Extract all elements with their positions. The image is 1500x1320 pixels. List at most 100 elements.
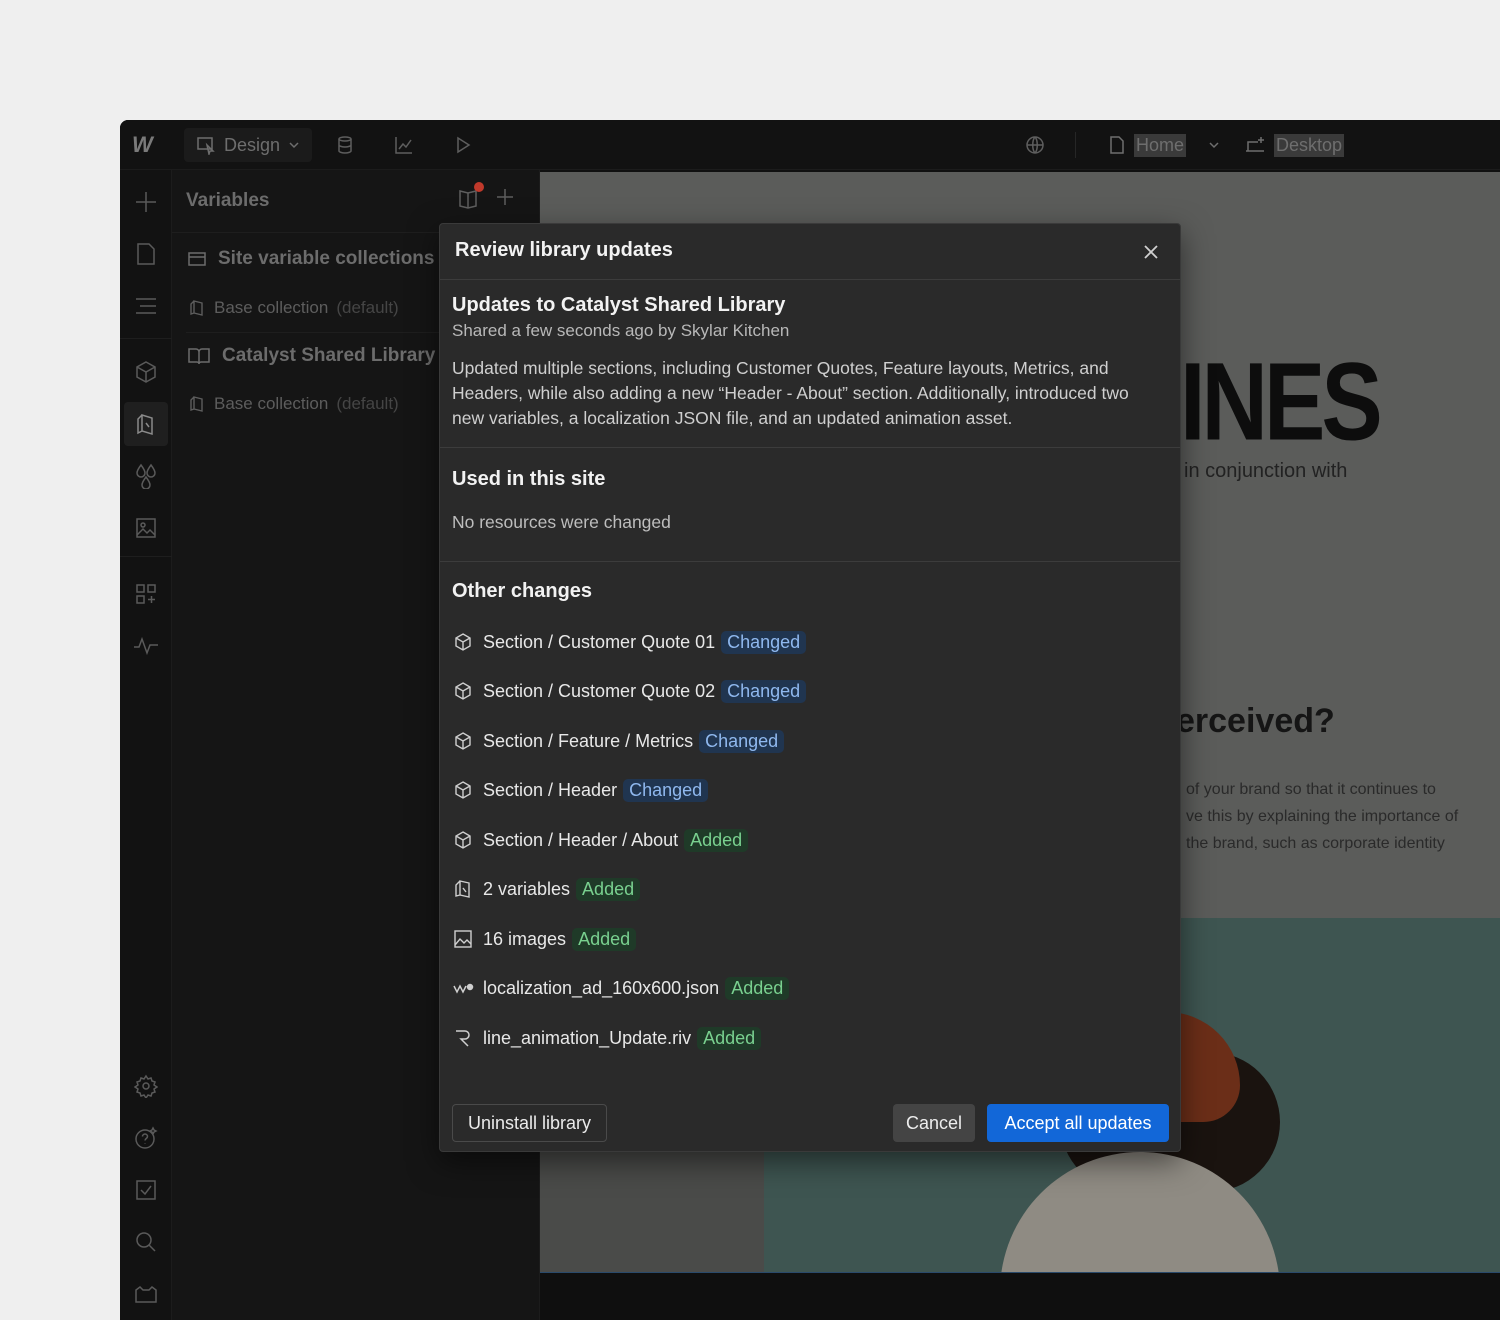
analytics-icon[interactable] — [391, 132, 417, 158]
section-note: No resources were changed — [452, 512, 671, 532]
collection-folder-icon — [188, 252, 206, 266]
webflow-logo-icon[interactable]: W — [132, 132, 162, 158]
close-icon[interactable] — [1140, 241, 1162, 263]
section-title: Used in this site — [452, 468, 606, 490]
chevron-down-icon — [289, 142, 299, 149]
pages-icon[interactable] — [132, 240, 160, 268]
globe-icon[interactable] — [1022, 132, 1048, 158]
audit-checkbox-icon[interactable] — [132, 1176, 160, 1204]
change-item[interactable]: Section / Feature / Metrics Changed — [452, 727, 785, 755]
group-label: Site variable collections — [218, 248, 435, 269]
component-icon — [452, 631, 474, 653]
status-badge: Added — [725, 976, 790, 1000]
change-item[interactable]: localization_ad_160x600.json Added — [452, 974, 790, 1002]
change-label: 2 variables — [483, 878, 571, 899]
shared-by-text: Shared a few seconds ago by Skylar Kitch… — [452, 321, 790, 340]
uninstall-library-button[interactable]: Uninstall library — [452, 1104, 607, 1142]
change-item[interactable]: Section / Customer Quote 01 Changed — [452, 628, 807, 656]
change-label: Section / Customer Quote 02 — [483, 680, 716, 701]
rive-icon — [452, 1027, 474, 1049]
collection-item-base[interactable]: Base collection (default) — [188, 394, 399, 414]
status-badge: Changed — [721, 630, 807, 654]
status-badge: Changed — [721, 679, 807, 703]
breakpoint-name: Desktop — [1274, 133, 1345, 157]
status-badge: Added — [697, 1026, 762, 1050]
collection-name: Base collection — [214, 394, 329, 413]
activity-icon[interactable] — [132, 632, 160, 660]
status-badge: Changed — [623, 778, 709, 802]
component-icon — [452, 779, 474, 801]
used-in-site-section: Used in this site No resources were chan… — [440, 448, 1180, 562]
dialog-header: Review library updates — [440, 224, 1180, 280]
panel-title: Variables — [186, 190, 270, 211]
variables-icon — [452, 878, 474, 900]
section-title: Other changes — [452, 580, 593, 602]
rail-divider — [120, 338, 172, 339]
breakpoint-selector[interactable]: Desktop — [1244, 132, 1345, 158]
video-tutorials-icon[interactable] — [132, 1280, 160, 1308]
change-item[interactable]: 2 variables Added — [452, 875, 641, 903]
change-item[interactable]: Section / Header Changed — [452, 776, 709, 804]
canvas-paragraph-line: the brand, such as corporate identity — [1186, 835, 1445, 852]
search-icon[interactable] — [132, 1228, 160, 1256]
variables-icon — [190, 396, 203, 412]
site-collections-group-header[interactable]: Site variable collections — [188, 248, 434, 270]
notification-dot-icon — [474, 182, 484, 192]
assets-image-icon[interactable] — [132, 514, 160, 542]
collection-name: Base collection — [214, 298, 329, 317]
add-icon[interactable] — [132, 188, 160, 216]
change-label: Section / Feature / Metrics — [483, 730, 694, 751]
help-icon[interactable] — [132, 1124, 160, 1152]
change-label: 16 images — [483, 928, 567, 949]
collection-item-base[interactable]: Base collection (default) — [188, 298, 399, 318]
update-description: Updated multiple sections, including Cus… — [452, 358, 1129, 428]
desktop-breakpoint-icon — [1246, 137, 1264, 152]
canvas-paragraph-line: ve this by explaining the importance of — [1186, 808, 1459, 825]
styles-drops-icon[interactable] — [132, 462, 160, 490]
change-item[interactable]: Section / Customer Quote 02 Changed — [452, 677, 807, 705]
change-item[interactable]: 16 images Added — [452, 925, 637, 953]
dialog-title: Review library updates — [455, 239, 673, 261]
navigator-icon[interactable] — [132, 292, 160, 320]
canvas-question: erceived? — [1176, 702, 1335, 740]
rail-divider — [120, 556, 172, 557]
page-selector[interactable]: Home — [1108, 132, 1220, 158]
change-label: Section / Header — [483, 779, 618, 800]
change-label: Section / Header / About — [483, 829, 679, 850]
cancel-button[interactable]: Cancel — [893, 1104, 975, 1142]
canvas-paragraph-line: of your brand so that it continues to — [1186, 781, 1436, 798]
mode-label: Design — [224, 134, 281, 155]
library-updates-icon[interactable] — [458, 182, 484, 210]
page-name: Home — [1134, 133, 1187, 157]
library-summary-section: Updates to Catalyst Shared Library Share… — [440, 280, 1180, 448]
collection-suffix: (default) — [336, 298, 399, 317]
mode-switcher-button[interactable]: Design — [184, 128, 313, 162]
variables-icon[interactable] — [124, 402, 168, 446]
panel-header-actions — [458, 182, 516, 210]
preview-play-icon[interactable] — [450, 132, 476, 158]
status-badge: Added — [572, 927, 637, 951]
image-icon — [452, 928, 474, 950]
settings-gear-icon[interactable] — [132, 1072, 160, 1100]
canvas-subtext: in conjunction with — [1184, 460, 1348, 482]
change-item[interactable]: Section / Header / About Added — [452, 826, 749, 854]
accept-all-updates-button[interactable]: Accept all updates — [987, 1104, 1169, 1142]
apps-icon[interactable] — [132, 580, 160, 608]
component-icon — [452, 730, 474, 752]
change-label: localization_ad_160x600.json — [483, 977, 720, 998]
component-icon — [452, 829, 474, 851]
cms-database-icon[interactable] — [332, 132, 358, 158]
chevron-down-icon — [1209, 142, 1219, 149]
library-book-icon — [188, 348, 210, 365]
library-group-header[interactable]: Catalyst Shared Library — [188, 345, 435, 367]
status-badge: Changed — [699, 729, 785, 753]
canvas-headline: INES — [1180, 341, 1383, 464]
review-library-updates-dialog: Review library updates Updates to Cataly… — [439, 223, 1181, 1152]
change-item[interactable]: line_animation_Update.riv Added — [452, 1024, 762, 1052]
components-icon[interactable] — [132, 358, 160, 386]
design-mode-icon — [197, 137, 215, 155]
group-label: Catalyst Shared Library — [222, 345, 436, 366]
add-collection-icon[interactable] — [494, 186, 516, 210]
status-badge: Added — [684, 828, 749, 852]
status-badge: Added — [576, 877, 641, 901]
